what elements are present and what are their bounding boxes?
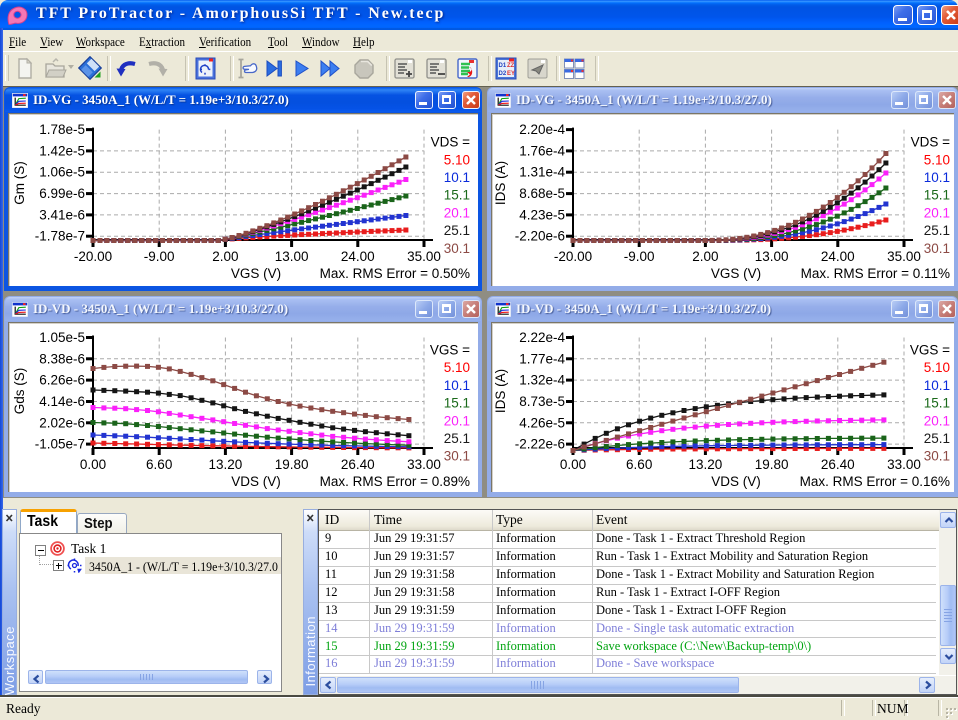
svg-text:6.60: 6.60 bbox=[146, 457, 172, 472]
svg-text:-9.00: -9.00 bbox=[624, 249, 655, 264]
svg-text:-20.00: -20.00 bbox=[554, 249, 592, 264]
svg-text:6.60: 6.60 bbox=[626, 457, 652, 472]
svg-text:5.10: 5.10 bbox=[444, 360, 470, 375]
svg-text:VDS =: VDS = bbox=[431, 135, 471, 150]
svg-text:15.1: 15.1 bbox=[924, 396, 950, 411]
svg-text:25.1: 25.1 bbox=[924, 223, 950, 238]
svg-text:1.78e-5: 1.78e-5 bbox=[39, 122, 85, 137]
svg-text:25.1: 25.1 bbox=[444, 223, 470, 238]
svg-text:VDS (V): VDS (V) bbox=[231, 474, 281, 489]
svg-text:VDS (V): VDS (V) bbox=[711, 474, 761, 489]
svg-text:-1.05e-7: -1.05e-7 bbox=[35, 437, 85, 452]
svg-text:30.1: 30.1 bbox=[444, 449, 470, 464]
svg-text:30.1: 30.1 bbox=[444, 241, 470, 256]
svg-text:25.1: 25.1 bbox=[924, 431, 950, 446]
svg-text:2.22e-4: 2.22e-4 bbox=[519, 330, 565, 345]
svg-text:5.10: 5.10 bbox=[924, 360, 950, 375]
svg-text:10.1: 10.1 bbox=[924, 378, 950, 393]
svg-text:30.1: 30.1 bbox=[924, 449, 950, 464]
svg-text:-2.20e-6: -2.20e-6 bbox=[515, 229, 565, 244]
svg-text:19.80: 19.80 bbox=[755, 457, 789, 472]
svg-text:33.00: 33.00 bbox=[887, 457, 921, 472]
svg-text:2.02e-6: 2.02e-6 bbox=[39, 415, 85, 430]
svg-text:5.10: 5.10 bbox=[444, 152, 470, 167]
svg-text:33.00: 33.00 bbox=[407, 457, 441, 472]
svg-text:10.1: 10.1 bbox=[924, 170, 950, 185]
svg-text:D1: D1 bbox=[499, 63, 507, 69]
svg-text:25.1: 25.1 bbox=[444, 431, 470, 446]
svg-text:Gds (S): Gds (S) bbox=[12, 368, 27, 415]
svg-text:20.1: 20.1 bbox=[444, 413, 470, 428]
svg-text:20.1: 20.1 bbox=[924, 205, 950, 220]
svg-text:Max. RMS Error = 0.50%: Max. RMS Error = 0.50% bbox=[320, 266, 470, 281]
svg-text:2.00: 2.00 bbox=[692, 249, 718, 264]
svg-text:8.73e-5: 8.73e-5 bbox=[519, 394, 565, 409]
svg-text:8.68e-5: 8.68e-5 bbox=[519, 186, 565, 201]
svg-text:5.10: 5.10 bbox=[924, 152, 950, 167]
svg-text:1.76e-4: 1.76e-4 bbox=[519, 143, 565, 158]
svg-text:IDS (A): IDS (A) bbox=[493, 161, 508, 205]
svg-text:-1.78e-7: -1.78e-7 bbox=[35, 229, 85, 244]
svg-text:VDS =: VDS = bbox=[911, 135, 951, 150]
svg-text:Max. RMS Error = 0.89%: Max. RMS Error = 0.89% bbox=[320, 474, 470, 489]
svg-text:EY: EY bbox=[507, 71, 515, 77]
svg-text:1.31e-4: 1.31e-4 bbox=[519, 165, 565, 180]
svg-text:VGS (V): VGS (V) bbox=[711, 266, 761, 281]
svg-text:VGS (V): VGS (V) bbox=[231, 266, 281, 281]
svg-text:Max. RMS Error = 0.16%: Max. RMS Error = 0.16% bbox=[800, 474, 950, 489]
svg-text:6.26e-6: 6.26e-6 bbox=[39, 373, 85, 388]
svg-text:-20.00: -20.00 bbox=[74, 249, 112, 264]
svg-text:30.1: 30.1 bbox=[924, 241, 950, 256]
svg-text:35.00: 35.00 bbox=[407, 249, 441, 264]
svg-text:15.1: 15.1 bbox=[444, 188, 470, 203]
svg-text:2.00: 2.00 bbox=[212, 249, 238, 264]
svg-text:26.40: 26.40 bbox=[341, 457, 375, 472]
svg-text:4.26e-5: 4.26e-5 bbox=[519, 415, 565, 430]
svg-text:13.20: 13.20 bbox=[209, 457, 243, 472]
svg-text:ZZ: ZZ bbox=[507, 63, 515, 69]
svg-text:8.38e-6: 8.38e-6 bbox=[39, 351, 85, 366]
svg-text:1.77e-4: 1.77e-4 bbox=[519, 351, 565, 366]
svg-text:1.32e-4: 1.32e-4 bbox=[519, 373, 565, 388]
svg-text:VGS =: VGS = bbox=[910, 343, 950, 358]
svg-text:24.00: 24.00 bbox=[341, 249, 375, 264]
svg-text:6.99e-6: 6.99e-6 bbox=[39, 186, 85, 201]
svg-text:20.1: 20.1 bbox=[444, 205, 470, 220]
svg-text:4.14e-6: 4.14e-6 bbox=[39, 394, 85, 409]
svg-text:19.80: 19.80 bbox=[275, 457, 309, 472]
svg-text:0.00: 0.00 bbox=[560, 457, 586, 472]
svg-text:D2: D2 bbox=[499, 71, 507, 77]
svg-text:13.00: 13.00 bbox=[755, 249, 789, 264]
svg-text:IDS (A): IDS (A) bbox=[493, 369, 508, 413]
svg-text:VGS =: VGS = bbox=[430, 343, 470, 358]
svg-text:1.42e-5: 1.42e-5 bbox=[39, 143, 85, 158]
svg-text:2.20e-4: 2.20e-4 bbox=[519, 122, 565, 137]
svg-text:24.00: 24.00 bbox=[821, 249, 855, 264]
svg-text:1.06e-5: 1.06e-5 bbox=[39, 165, 85, 180]
svg-text:Gm (S): Gm (S) bbox=[12, 161, 27, 205]
svg-text:0.00: 0.00 bbox=[80, 457, 106, 472]
svg-text:15.1: 15.1 bbox=[444, 396, 470, 411]
svg-text:3.41e-6: 3.41e-6 bbox=[39, 207, 85, 222]
svg-text:1.05e-5: 1.05e-5 bbox=[39, 330, 85, 345]
svg-text:-2.22e-6: -2.22e-6 bbox=[515, 437, 565, 452]
svg-text:26.40: 26.40 bbox=[821, 457, 855, 472]
svg-text:4.23e-5: 4.23e-5 bbox=[519, 207, 565, 222]
svg-text:13.00: 13.00 bbox=[275, 249, 309, 264]
svg-text:-9.00: -9.00 bbox=[144, 249, 175, 264]
svg-text:13.20: 13.20 bbox=[689, 457, 723, 472]
svg-text:10.1: 10.1 bbox=[444, 378, 470, 393]
svg-text:15.1: 15.1 bbox=[924, 188, 950, 203]
svg-text:Max. RMS Error = 0.11%: Max. RMS Error = 0.11% bbox=[801, 266, 950, 281]
svg-text:35.00: 35.00 bbox=[887, 249, 921, 264]
svg-text:20.1: 20.1 bbox=[924, 413, 950, 428]
svg-text:10.1: 10.1 bbox=[444, 170, 470, 185]
